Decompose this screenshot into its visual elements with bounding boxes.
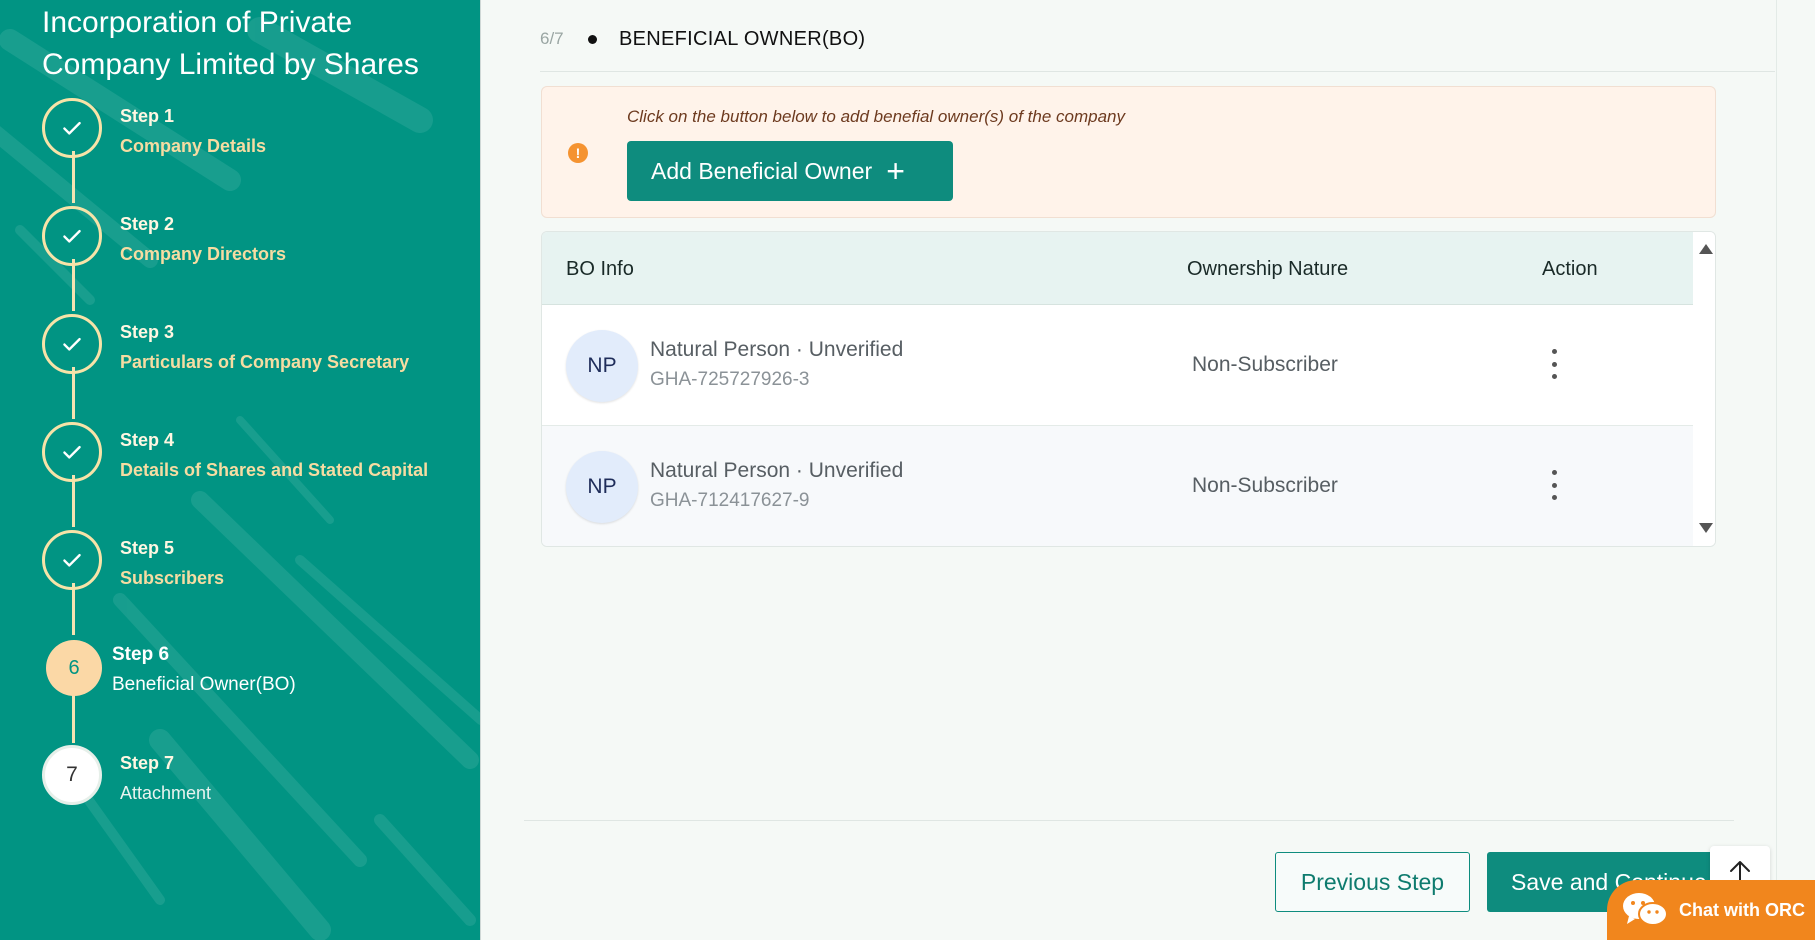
step-number: Step 4 [120, 430, 175, 450]
step-number: Step 1 [120, 106, 175, 126]
step-complete-badge [42, 530, 102, 590]
avatar: NP [566, 330, 638, 402]
warning-icon: ! [568, 143, 588, 163]
column-header-bo-info: BO Info [566, 258, 634, 280]
step-label: Subscribers [120, 568, 225, 588]
check-icon [63, 337, 81, 351]
step-number: Step 5 [120, 538, 175, 558]
step-item-company-secretary[interactable]: Step 3 Particulars of Company Secretary [42, 314, 472, 384]
section-header: 6/7 BENEFICIAL OWNER(BO) [540, 24, 865, 54]
button-label: Add Beneficial Owner [651, 157, 873, 184]
step-item-company-directors[interactable]: Step 2 Company Directors [42, 206, 472, 276]
check-icon [63, 445, 81, 459]
scroll-down-arrow-icon[interactable] [1699, 523, 1713, 533]
more-actions-icon[interactable] [1542, 349, 1566, 379]
notice-message: Click on the button below to add benefia… [627, 107, 1126, 126]
step-number: Step 7 [120, 753, 175, 773]
step-badge-number: 6 [68, 656, 80, 679]
step-item-beneficial-owner[interactable]: 6 Step 6 Beneficial Owner(BO) [42, 638, 472, 708]
step-item-company-details[interactable]: Step 1 Company Details [42, 98, 472, 168]
check-icon [63, 121, 81, 135]
check-icon [63, 553, 81, 567]
table-scrollbar[interactable] [1693, 232, 1715, 546]
bo-id: GHA-712417627-9 [650, 490, 810, 511]
step-label: Company Details [120, 136, 267, 156]
divider [524, 820, 1734, 821]
table-header: BO Info Ownership Nature Action [542, 232, 1693, 305]
step-badge-number: 7 [66, 763, 78, 786]
wechat-icon [1623, 893, 1668, 926]
add-owner-notice: ! Click on the button below to add benef… [541, 86, 1716, 218]
step-complete-badge [42, 98, 102, 158]
steps-sidebar: Incorporation of Private Company Limited… [0, 0, 481, 940]
step-pending-badge: 7 [42, 745, 102, 805]
step-label: Particulars of Company Secretary [120, 352, 410, 372]
bullet-icon [588, 34, 597, 44]
chat-widget-button[interactable]: Chat with ORC [1607, 880, 1815, 940]
section-title: BENEFICIAL OWNER(BO) [619, 27, 866, 50]
plus-icon: + [886, 153, 905, 189]
column-header-action: Action [1542, 258, 1598, 280]
step-item-subscribers[interactable]: Step 5 Subscribers [42, 530, 472, 600]
bo-type: Natural Person · Unverified [650, 338, 904, 361]
scroll-up-arrow-icon[interactable] [1699, 244, 1713, 254]
page-scroll-gutter [1776, 0, 1815, 940]
chat-label: Chat with ORC [1679, 899, 1805, 920]
beneficial-owner-table: BO Info Ownership Nature Action NP Natur… [541, 231, 1716, 547]
sidebar-title: Incorporation of Private Company Limited… [42, 6, 419, 81]
step-number: Step 2 [120, 214, 175, 234]
column-header-ownership-nature: Ownership Nature [1187, 258, 1349, 280]
step-complete-badge [42, 314, 102, 374]
add-beneficial-owner-button[interactable]: Add Beneficial Owner + [627, 141, 953, 201]
ownership-nature: Non-Subscriber [1192, 353, 1338, 376]
step-counter: 6/7 [540, 29, 564, 48]
step-label: Details of Shares and Stated Capital [120, 460, 429, 480]
bo-id: GHA-725727926-3 [650, 369, 810, 390]
table-row: NP Natural Person · Unverified GHA-72572… [542, 305, 1693, 426]
step-label: Attachment [120, 783, 212, 803]
previous-step-button[interactable]: Previous Step [1275, 852, 1470, 912]
step-label: Company Directors [120, 244, 287, 264]
divider [540, 71, 1775, 72]
main-content: 6/7 BENEFICIAL OWNER(BO) ! Click on the … [482, 0, 1777, 940]
step-current-badge: 6 [46, 640, 102, 696]
step-label: Beneficial Owner(BO) [112, 674, 296, 695]
step-item-shares-capital[interactable]: Step 4 Details of Shares and Stated Capi… [42, 422, 472, 492]
ownership-nature: Non-Subscriber [1192, 474, 1338, 497]
avatar: NP [566, 451, 638, 523]
check-icon [63, 229, 81, 243]
more-actions-icon[interactable] [1542, 470, 1566, 500]
step-complete-badge [42, 206, 102, 266]
step-number: Step 3 [120, 322, 175, 342]
table-row: NP Natural Person · Unverified GHA-71241… [542, 426, 1693, 546]
step-item-attachment[interactable]: 7 Step 7 Attachment [42, 745, 472, 815]
step-complete-badge [42, 422, 102, 482]
step-number: Step 6 [112, 644, 170, 665]
bo-type: Natural Person · Unverified [650, 459, 904, 482]
